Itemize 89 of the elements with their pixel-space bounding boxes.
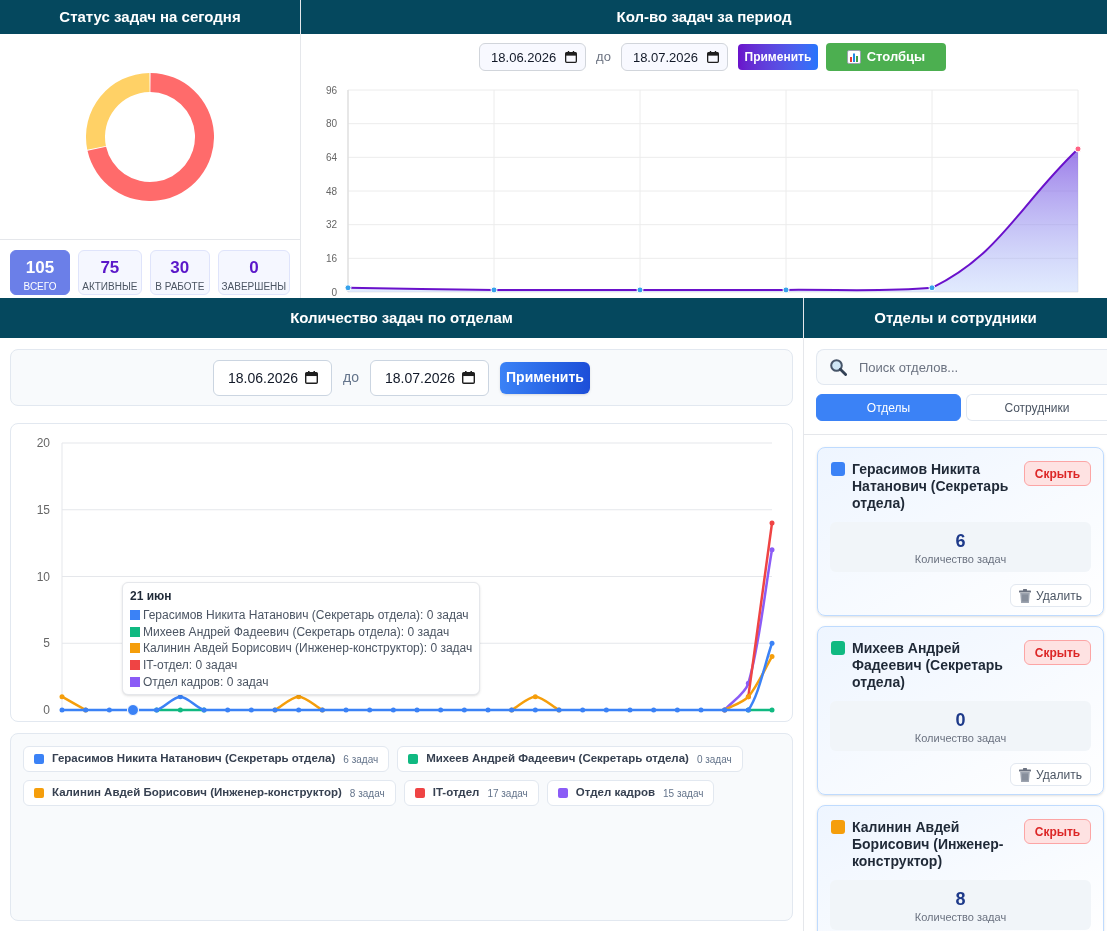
data-point — [782, 286, 790, 294]
calendar-icon[interactable] — [305, 370, 318, 384]
y-axis-label: 64 — [325, 151, 337, 163]
legend-item[interactable]: Калинин Авдей Борисович (Инженер-конструктор) 8 задач — [23, 780, 396, 806]
stat-value: 30 — [170, 258, 190, 278]
legend-label: Герасимов Никита Натанович (Секретарь отдела) — [52, 751, 336, 767]
panel-header: Кол-во задач за период — [301, 0, 1107, 34]
y-axis-label: 48 — [325, 185, 337, 197]
stat-card[interactable]: 0 ЗАВЕРШЕНЫ — [217, 250, 290, 295]
legend-item[interactable]: Отдел кадров 15 задач — [546, 780, 715, 806]
y-axis-label: 0 — [331, 286, 337, 298]
calendar-icon[interactable] — [565, 51, 578, 63]
task-count: 17 задач — [487, 786, 528, 801]
tab[interactable]: Отделы — [816, 394, 961, 421]
task-count: 8 — [955, 888, 966, 911]
tooltip-text: Отдел кадров: 0 задач — [143, 673, 269, 690]
tooltip-text: IT-отдел: 0 задач — [143, 657, 238, 674]
task-count: 6 — [955, 530, 966, 553]
hide-button[interactable]: Скрыть — [1024, 819, 1091, 844]
date-field[interactable]: 18.06.2026 — [213, 359, 332, 396]
separator-label: до — [596, 48, 611, 67]
delete-button[interactable]: Удалить — [1010, 763, 1091, 786]
tooltip-title: 21 июн — [130, 588, 173, 604]
y-axis-label: 16 — [325, 252, 337, 264]
tooltip-text: Герасимов Никита Натанович (Секретарь отдела): 0 задач — [143, 607, 469, 624]
y-axis-label: 0 — [43, 703, 50, 717]
tab[interactable]: Сотрудники — [966, 394, 1107, 421]
delete-button[interactable]: Удалить — [1010, 584, 1091, 607]
y-axis-label: 32 — [325, 219, 337, 231]
stat-card[interactable]: 30 В РАБОТЕ — [149, 250, 210, 295]
search-icon — [830, 359, 847, 376]
date-field[interactable]: 18.07.2026 — [620, 43, 728, 71]
legend-label: IT-отдел — [432, 785, 480, 801]
y-axis-label: 5 — [43, 636, 50, 651]
task-count: 0 задач — [696, 752, 732, 767]
stat-card[interactable]: 75 АКТИВНЫЕ — [78, 250, 142, 295]
task-count: 8 задач — [349, 786, 385, 801]
date-field[interactable]: 18.06.2026 — [479, 43, 587, 71]
bar-chart-icon — [846, 50, 861, 64]
legend-label: Михеев Андрей Фадеевич (Секретарь отдела) — [426, 751, 689, 767]
y-axis-label: 15 — [36, 502, 50, 517]
count-label: Количество задач — [914, 553, 1007, 565]
y-axis-label: 20 — [36, 436, 50, 450]
data-point — [636, 286, 644, 294]
y-axis-label: 10 — [36, 569, 50, 584]
task-count: 0 — [955, 709, 966, 732]
separator-label: до — [343, 368, 359, 387]
stat-label: В РАБОТЕ — [155, 281, 205, 293]
stat-label: ВСЕГО — [23, 281, 57, 293]
panel-header: Статус задач на сегодня — [0, 0, 300, 34]
legend-label: Калинин Авдей Борисович (Инженер-конструктор) — [52, 785, 342, 801]
count-label: Количество задач — [914, 911, 1007, 923]
task-count: 15 задач — [663, 786, 704, 801]
panel-header: Количество задач по отделам — [0, 298, 803, 338]
count-label: Количество задач — [914, 732, 1007, 744]
stat-value: 105 — [25, 258, 55, 278]
stat-label: АКТИВНЫЕ — [82, 281, 138, 293]
data-point — [928, 284, 936, 292]
stat-value: 0 — [249, 258, 259, 278]
hide-button[interactable]: Скрыть — [1024, 640, 1091, 665]
calendar-icon[interactable] — [462, 370, 475, 384]
task-count: 6 задач — [343, 752, 379, 767]
stat-value: 75 — [100, 258, 120, 278]
tooltip-text: Калинин Авдей Борисович (Инженер-конструктор): 0 задач — [143, 640, 473, 657]
trash-icon — [1019, 588, 1032, 603]
stat-label: ЗАВЕРШЕНЫ — [221, 281, 287, 293]
data-point — [344, 284, 352, 292]
panel-header: Отделы и сотрудники — [804, 298, 1107, 338]
legend-item[interactable]: Михеев Андрей Фадеевич (Секретарь отдела) 0 задач — [397, 746, 743, 772]
hover-marker — [127, 704, 139, 716]
calendar-icon[interactable] — [706, 51, 719, 63]
y-axis-label: 96 — [325, 84, 337, 96]
y-axis-label: 80 — [325, 118, 337, 130]
trash-icon — [1019, 767, 1032, 782]
tooltip-text: Михеев Андрей Фадеевич (Секретарь отдела): 0 задач — [143, 623, 450, 640]
data-point — [1074, 145, 1082, 153]
legend-label: Отдел кадров — [575, 785, 655, 801]
department-name: Михеев Андрей Фадеевич (Секретарь отдела) — [852, 640, 1004, 691]
legend-item[interactable]: IT-отдел 17 задач — [403, 780, 539, 806]
search-field[interactable]: Поиск отделов... — [816, 349, 1107, 385]
data-point — [490, 286, 498, 294]
apply-button[interactable]: Применить — [737, 44, 818, 70]
hide-button[interactable]: Скрыть — [1024, 461, 1091, 486]
legend-item[interactable]: Герасимов Никита Натанович (Секретарь отдела) 6 задач — [23, 746, 390, 772]
department-name: Калинин Авдей Борисович (Инженер-конструктор) — [852, 819, 1005, 870]
apply-button[interactable]: Применить — [500, 361, 590, 394]
date-field[interactable]: 18.07.2026 — [370, 359, 489, 396]
department-name: Герасимов Никита Натанович (Секретарь отдела) — [852, 461, 1010, 512]
stat-card[interactable]: 105 ВСЕГО — [10, 250, 70, 295]
